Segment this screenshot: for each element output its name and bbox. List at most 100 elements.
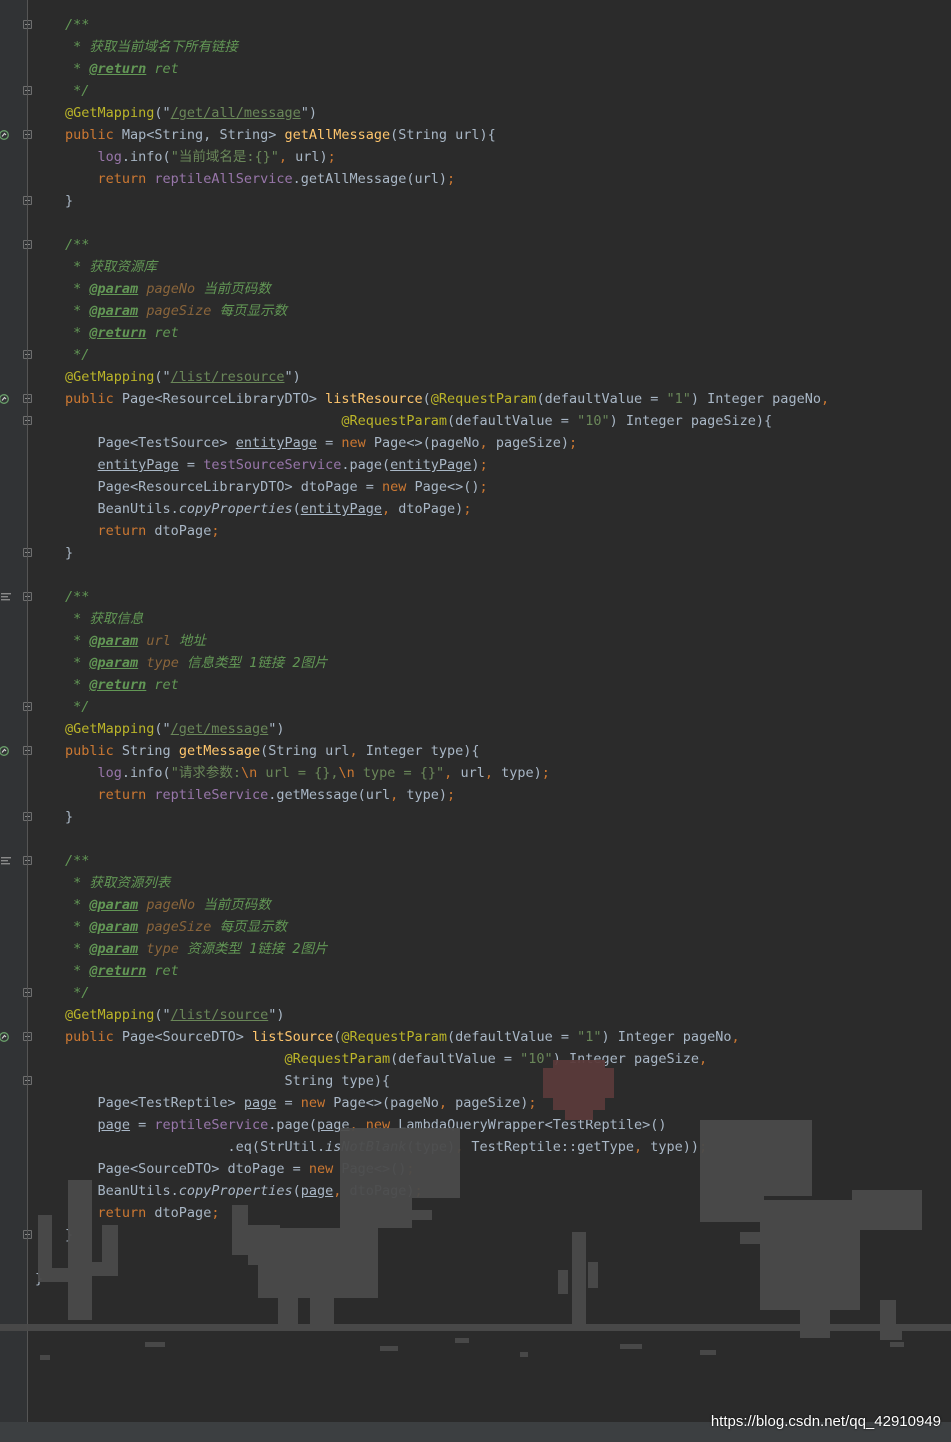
code-token: */ bbox=[65, 347, 90, 363]
code-line[interactable]: /** bbox=[65, 586, 89, 608]
code-line[interactable]: .eq(StrUtil.isNotBlank(type), TestReptil… bbox=[65, 1136, 708, 1158]
code-line[interactable]: @RequestParam(defaultValue = "10") Integ… bbox=[65, 1048, 707, 1070]
code-token: log bbox=[97, 765, 122, 781]
code-token: , bbox=[820, 391, 830, 407]
code-line[interactable]: * 获取信息 bbox=[65, 608, 143, 630]
code-line[interactable]: Page<TestSource> entityPage = new Page<>… bbox=[65, 432, 578, 454]
editor-gutter bbox=[0, 0, 32, 1422]
code-line[interactable]: * @return ret bbox=[65, 58, 179, 80]
code-token: .info( bbox=[121, 149, 171, 165]
code-token: dtoPage bbox=[154, 1205, 212, 1221]
code-token: (type) bbox=[406, 1139, 456, 1155]
code-line[interactable]: public String getMessage(String url, Int… bbox=[65, 740, 480, 762]
code-line[interactable]: BeanUtils.copyProperties(entityPage, dto… bbox=[65, 498, 472, 520]
code-line[interactable]: return reptileService.getMessage(url, ty… bbox=[65, 784, 456, 806]
code-token: (defaultValue = bbox=[536, 391, 667, 407]
code-line[interactable]: String type){ bbox=[65, 1070, 390, 1092]
code-line[interactable]: */ bbox=[65, 982, 89, 1004]
code-line[interactable]: Page<ResourceLibraryDTO> dtoPage = new P… bbox=[65, 476, 488, 498]
code-token: */ bbox=[65, 83, 90, 99]
code-line[interactable]: */ bbox=[65, 80, 89, 102]
code-line[interactable]: entityPage = testSourceService.page(enti… bbox=[65, 454, 488, 476]
code-token: .getMessage(url bbox=[268, 787, 391, 803]
code-line[interactable]: } bbox=[65, 1224, 73, 1246]
code-line[interactable]: * 获取资源列表 bbox=[65, 872, 170, 894]
code-line[interactable]: } bbox=[35, 1268, 43, 1290]
code-token: @return bbox=[89, 61, 147, 77]
code-line[interactable]: return reptileAllService.getAllMessage(u… bbox=[65, 168, 456, 190]
code-line[interactable]: * 获取资源库 bbox=[65, 256, 157, 278]
code-line[interactable]: /** bbox=[65, 234, 89, 256]
code-line[interactable]: return dtoPage; bbox=[65, 1202, 220, 1224]
code-line[interactable]: * @param url 地址 bbox=[65, 630, 206, 652]
rendered-doc-icon[interactable] bbox=[1, 857, 11, 865]
code-line[interactable]: @GetMapping("/list/resource") bbox=[65, 366, 301, 388]
rendered-doc-icon[interactable] bbox=[1, 593, 11, 601]
code-token: ret bbox=[146, 963, 179, 979]
code-line[interactable]: * @return ret bbox=[65, 322, 179, 344]
code-token: public bbox=[65, 127, 122, 143]
code-line[interactable]: } bbox=[65, 542, 73, 564]
code-token: page bbox=[243, 1095, 277, 1111]
code-token: (String url bbox=[260, 743, 350, 759]
code-line[interactable]: * @return ret bbox=[65, 960, 179, 982]
code-token: ) Integer pageSize){ bbox=[609, 413, 773, 429]
code-token: type = {}" bbox=[354, 765, 445, 781]
endpoint-run-icon[interactable] bbox=[0, 746, 9, 756]
code-line[interactable]: Page<TestReptile> page = new Page<>(page… bbox=[65, 1092, 537, 1114]
endpoint-run-icon[interactable] bbox=[0, 394, 9, 404]
code-token: } bbox=[65, 545, 74, 561]
code-line[interactable]: /** bbox=[65, 850, 89, 872]
code-line[interactable]: public Page<ResourceLibraryDTO> listReso… bbox=[65, 388, 829, 410]
code-token: ; bbox=[479, 457, 488, 473]
code-line[interactable]: @GetMapping("/get/all/message") bbox=[65, 102, 317, 124]
code-token: ; bbox=[327, 149, 336, 165]
code-line[interactable]: * @param pageNo 当前页码数 bbox=[65, 278, 271, 300]
code-line[interactable]: */ bbox=[65, 696, 89, 718]
code-token: ") bbox=[268, 1007, 285, 1023]
code-token: pageSize bbox=[146, 919, 212, 935]
code-line[interactable]: @RequestParam(defaultValue = "10") Integ… bbox=[65, 410, 772, 432]
code-token: * bbox=[65, 677, 90, 693]
code-token: reptileService bbox=[154, 787, 269, 803]
code-token: , bbox=[479, 435, 496, 451]
endpoint-run-icon[interactable] bbox=[0, 130, 9, 140]
code-line[interactable]: } bbox=[65, 190, 73, 212]
code-line[interactable]: page = reptileService.page(page, new Lam… bbox=[65, 1114, 667, 1136]
code-line[interactable]: } bbox=[65, 806, 73, 828]
code-line[interactable]: @GetMapping("/list/source") bbox=[65, 1004, 284, 1026]
code-token: "10" bbox=[577, 413, 610, 429]
code-line[interactable]: @GetMapping("/get/message") bbox=[65, 718, 284, 740]
code-line[interactable]: BeanUtils.copyProperties(page, dtoPage); bbox=[65, 1180, 423, 1202]
code-line[interactable]: public Map<String, String> getAllMessage… bbox=[65, 124, 496, 146]
code-line[interactable]: public Page<SourceDTO> listSource(@Reque… bbox=[65, 1026, 740, 1048]
watermark-url: https://blog.csdn.net/qq_42910949 bbox=[710, 1413, 941, 1430]
code-line[interactable]: * 获取当前域名下所有链接 bbox=[65, 36, 238, 58]
code-token: ) Integer pageSize bbox=[552, 1051, 699, 1067]
code-line[interactable]: * @return ret bbox=[65, 674, 179, 696]
code-token: ) Integer pageNo bbox=[690, 391, 821, 407]
code-line[interactable]: /** bbox=[65, 14, 89, 36]
code-line[interactable]: log.info("当前域名是:{}", url); bbox=[65, 146, 336, 168]
code-line[interactable]: return dtoPage; bbox=[65, 520, 220, 542]
code-token: @GetMapping bbox=[65, 1007, 155, 1023]
code-token: ret bbox=[146, 325, 179, 341]
code-token: testSourceService bbox=[203, 457, 342, 473]
code-line[interactable]: * @param pageSize 每页显示数 bbox=[65, 300, 287, 322]
code-line[interactable]: log.info("请求参数:\n url = {},\n type = {}"… bbox=[65, 762, 550, 784]
code-token: 当前页码数 bbox=[195, 281, 271, 297]
code-line[interactable]: Page<SourceDTO> dtoPage = new Page<>(); bbox=[65, 1158, 415, 1180]
code-token: getMessage bbox=[178, 743, 261, 759]
code-line[interactable]: * @param pageNo 当前页码数 bbox=[65, 894, 271, 916]
code-token: , bbox=[278, 149, 296, 165]
code-editor[interactable]: /** * 获取当前域名下所有链接 * @return ret */ @GetMa… bbox=[0, 0, 951, 1422]
code-line[interactable]: */ bbox=[65, 344, 89, 366]
code-line[interactable]: * @param pageSize 每页显示数 bbox=[65, 916, 287, 938]
code-token: "10" bbox=[520, 1051, 553, 1067]
code-line[interactable]: * @param type 信息类型 1链接 2图片 bbox=[65, 652, 327, 674]
code-line[interactable]: * @param type 资源类型 1链接 2图片 bbox=[65, 938, 327, 960]
code-token: * bbox=[65, 325, 90, 341]
endpoint-run-icon[interactable] bbox=[0, 1032, 9, 1042]
